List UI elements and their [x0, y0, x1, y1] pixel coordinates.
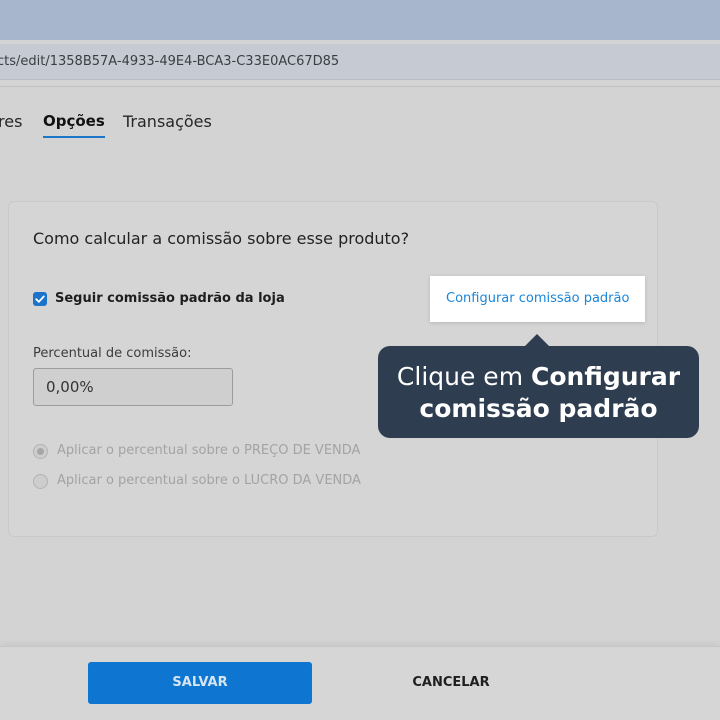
radio-sale-profit-label[interactable]: Aplicar o percentual sobre o LUCRO DA VE… — [57, 473, 361, 488]
url-text[interactable]: cts/edit/1358B57A-4933-49E4-BCA3-C33E0AC… — [0, 54, 339, 69]
default-commission-checkbox[interactable] — [33, 292, 47, 306]
radio-sale-price-label[interactable]: Aplicar o percentual sobre o PREÇO DE VE… — [57, 443, 360, 458]
address-bar[interactable]: cts/edit/1358B57A-4933-49E4-BCA3-C33E0AC… — [0, 44, 720, 80]
percent-label: Percentual de comissão: — [33, 346, 192, 361]
save-button[interactable]: SALVAR — [88, 662, 312, 704]
percent-input[interactable]: 0,00% — [33, 368, 233, 406]
tab-opcoes[interactable]: Opções — [43, 112, 105, 138]
configure-default-commission-link[interactable]: Configurar comissão padrão — [446, 291, 629, 306]
instruction-tooltip: Clique em Configurar comissão padrão — [378, 334, 699, 438]
tab-transacoes[interactable]: Transações — [123, 112, 212, 131]
tooltip-line-1: Clique em Configurar — [378, 361, 699, 393]
commission-question: Como calcular a comissão sobre esse prod… — [33, 229, 410, 248]
tab-partial[interactable]: res — [0, 112, 22, 131]
default-commission-label[interactable]: Seguir comissão padrão da loja — [55, 291, 285, 306]
tooltip-prefix: Clique em — [396, 362, 531, 391]
tooltip-line-2: comissão padrão — [378, 393, 699, 425]
tab-bar: res Opções Transações — [0, 110, 720, 140]
check-icon — [35, 295, 45, 303]
radio-sale-price[interactable] — [33, 444, 48, 459]
cancel-button[interactable]: CANCELAR — [380, 662, 522, 704]
tooltip-bold-2: comissão padrão — [419, 394, 658, 423]
browser-title-bar — [0, 0, 720, 40]
radio-sale-profit[interactable] — [33, 474, 48, 489]
tooltip-bold-1: Configurar — [531, 362, 681, 391]
